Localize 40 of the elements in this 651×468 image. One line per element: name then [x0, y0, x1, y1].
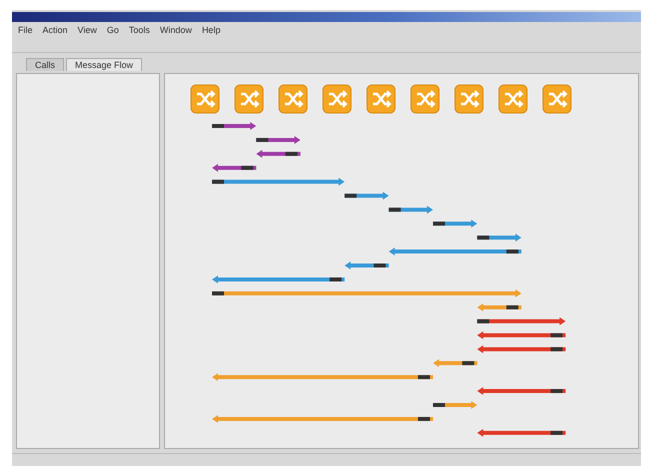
message-arrow[interactable]	[212, 163, 256, 172]
message-arrow[interactable]	[212, 177, 345, 186]
message-arrow[interactable]	[477, 302, 522, 311]
message-arrow[interactable]	[256, 149, 300, 158]
menu-item[interactable]: Window	[160, 24, 192, 35]
menu-item[interactable]: Action	[42, 24, 68, 35]
crossed-arrows-icon	[234, 84, 264, 114]
message-arrow[interactable]	[388, 205, 433, 214]
message-arrow[interactable]	[477, 344, 566, 353]
message-arrow[interactable]	[477, 330, 566, 339]
crossed-arrows-icon	[410, 84, 440, 114]
message-arrow[interactable]	[477, 428, 566, 436]
message-arrow[interactable]	[433, 400, 478, 409]
message-arrow[interactable]	[212, 274, 345, 283]
message-arrow[interactable]	[433, 358, 478, 367]
tab[interactable]: Calls	[26, 58, 64, 71]
message-arrow[interactable]	[477, 233, 522, 242]
menu-item[interactable]: Tools	[128, 24, 150, 35]
menu-item[interactable]: File	[18, 24, 33, 35]
message-arrow[interactable]	[433, 219, 478, 228]
menu-item[interactable]: Help	[202, 24, 220, 35]
message-arrow[interactable]	[477, 386, 566, 395]
menu-item[interactable]: View	[78, 24, 97, 35]
crossed-arrows-icon	[366, 84, 396, 114]
message-arrow[interactable]	[212, 414, 433, 422]
message-arrow[interactable]	[388, 247, 522, 256]
message-arrow[interactable]	[256, 135, 300, 144]
crossed-arrows-icon	[454, 84, 484, 114]
crossed-arrows-icon	[190, 84, 220, 114]
crossed-arrows-icon	[542, 84, 572, 114]
message-arrow[interactable]	[344, 191, 389, 200]
tab[interactable]: Message Flow	[66, 58, 142, 71]
crossed-arrows-icon	[498, 84, 528, 114]
crossed-arrows-icon	[322, 84, 352, 114]
message-arrow[interactable]	[212, 372, 433, 381]
crossed-arrows-icon	[278, 84, 308, 114]
menu-item[interactable]: Go	[106, 24, 119, 35]
message-arrow[interactable]	[212, 122, 256, 130]
message-arrow[interactable]	[477, 316, 566, 325]
message-arrow[interactable]	[344, 261, 389, 270]
